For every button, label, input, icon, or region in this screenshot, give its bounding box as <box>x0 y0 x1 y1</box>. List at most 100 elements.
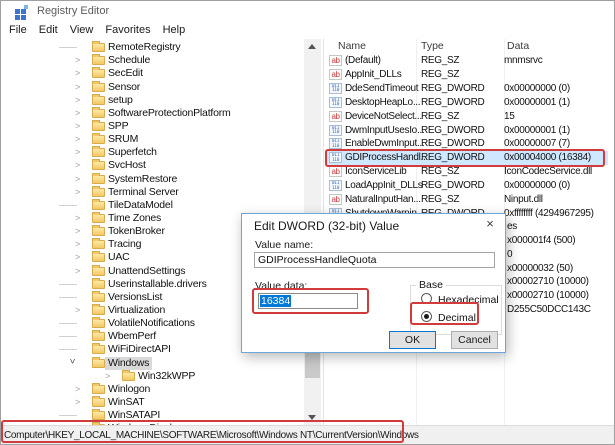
tree-item-label[interactable]: setup <box>105 94 136 107</box>
tree-item-label[interactable]: UnattendSettings <box>105 265 188 278</box>
tree-item-label[interactable]: Superfetch <box>105 146 160 159</box>
tree-item-label[interactable]: WbemPerf <box>105 330 159 343</box>
column-header-type[interactable]: Type <box>421 40 444 52</box>
decimal-radio[interactable] <box>421 311 432 322</box>
value-name-cell[interactable]: DesktopHeapLo... <box>345 96 421 110</box>
tree-item-label[interactable]: Sensor <box>105 81 143 94</box>
tree-item-label[interactable]: SecEdit <box>105 67 146 80</box>
tree-item-label[interactable]: WinSAT <box>105 396 148 409</box>
tree-item-label[interactable]: Win32kWPP <box>135 370 198 383</box>
tree-item-label[interactable]: RemoteRegistry <box>105 41 183 54</box>
table-row[interactable]: ab AppInit_DLLs REG_SZ <box>326 68 608 82</box>
table-row[interactable]: 011 110 DdeSendTimeout REG_DWORD 0x00000000 … <box>326 82 608 96</box>
chevron-right-icon[interactable]: > <box>75 146 85 159</box>
tree-item-label[interactable]: VersionsList <box>105 291 165 304</box>
tree-item-label[interactable]: TokenBroker <box>105 225 168 238</box>
chevron-right-icon[interactable]: > <box>75 251 85 264</box>
tree-item-label[interactable]: Windows <box>105 356 153 370</box>
value-name-cell[interactable]: EnableDwmInput... <box>345 137 425 151</box>
chevron-right-icon[interactable]: > <box>75 396 85 409</box>
tree-item[interactable]: > Win32kWPP <box>1 369 303 383</box>
value-name-cell[interactable]: DwmInputUsesIo... <box>345 124 425 138</box>
chevron-right-icon[interactable]: > <box>75 120 85 133</box>
chevron-right-icon[interactable]: > <box>75 81 85 94</box>
chevron-right-icon[interactable]: > <box>75 133 85 146</box>
table-row[interactable]: 011 110 DesktopHeapLo... REG_DWORD 0x0000000… <box>326 96 608 110</box>
chevron-right-icon[interactable]: > <box>105 370 115 383</box>
chevron-right-icon[interactable]: > <box>75 54 85 67</box>
value-name-field[interactable]: GDIProcessHandleQuota <box>254 252 495 268</box>
chevron-right-icon[interactable]: > <box>75 212 85 225</box>
tree-item-label[interactable]: SRUM <box>105 133 141 146</box>
tree-item[interactable]: > Schedule <box>1 54 303 67</box>
tree-item-label[interactable]: Terminal Server <box>105 186 182 199</box>
scroll-down-arrow-icon[interactable] <box>308 415 316 420</box>
value-name-cell[interactable]: LoadAppInit_DLLs <box>345 179 423 193</box>
menu-edit[interactable]: Edit <box>33 23 64 37</box>
chevron-right-icon[interactable]: > <box>75 159 85 172</box>
tree-item[interactable]: TileDataModel <box>1 198 303 212</box>
table-row[interactable]: ab NaturalInputHan... REG_SZ Ninput.dll <box>326 193 608 207</box>
table-row[interactable]: ab IconServiceLib REG_SZ IconCodecService.d… <box>326 165 608 179</box>
column-header-name[interactable]: Name <box>338 40 366 52</box>
tree-item[interactable]: > Winlogon <box>1 382 303 396</box>
chevron-right-icon[interactable]: > <box>75 94 85 107</box>
chevron-right-icon[interactable]: > <box>75 186 85 199</box>
menu-favorites[interactable]: Favorites <box>99 23 156 37</box>
tree-item-label[interactable]: Time Zones <box>105 212 164 225</box>
tree-item[interactable]: WinSATAPI <box>1 409 303 422</box>
chevron-right-icon[interactable]: > <box>75 173 85 186</box>
tree-item-label[interactable]: TileDataModel <box>105 199 176 212</box>
chevron-right-icon[interactable]: > <box>75 107 85 120</box>
value-name-cell[interactable]: AppInit_DLLs <box>345 68 402 82</box>
tree-item[interactable]: > setup <box>1 93 303 107</box>
tree-item[interactable]: > WinSAT <box>1 396 303 409</box>
hexadecimal-radio-label[interactable]: Hexadecimal <box>438 294 499 306</box>
table-row[interactable]: 011 110 EnableDwmInput... REG_DWORD 0x000000… <box>326 137 608 151</box>
tree-item[interactable]: > Superfetch <box>1 146 303 159</box>
tree-item-label[interactable]: VolatileNotifications <box>105 317 198 330</box>
table-row[interactable]: 011 110 GDIProcessHandl... REG_DWORD 0x00004… <box>326 151 608 166</box>
tree-item-label[interactable]: Userinstallable.drivers <box>105 278 210 291</box>
menu-file[interactable]: File <box>3 23 33 37</box>
ok-button[interactable]: OK <box>389 331 436 349</box>
menu-view[interactable]: View <box>64 23 100 37</box>
table-row[interactable]: 011 110 LoadAppInit_DLLs REG_DWORD 0x0000000… <box>326 179 608 193</box>
hexadecimal-radio[interactable] <box>421 293 432 304</box>
chevron-right-icon[interactable]: > <box>75 225 85 238</box>
tree-item-label[interactable]: Schedule <box>105 54 153 67</box>
tree-item-label[interactable]: Tracing <box>105 238 144 251</box>
value-name-cell[interactable]: DdeSendTimeout <box>345 82 419 96</box>
tree-item-label[interactable]: Virtualization <box>105 304 168 317</box>
scroll-up-arrow-icon[interactable] <box>308 44 316 49</box>
tree-item[interactable]: > SPP <box>1 119 303 133</box>
column-header-data[interactable]: Data <box>507 40 529 52</box>
value-name-cell[interactable]: (Default) <box>345 54 381 68</box>
table-row[interactable]: ab (Default) REG_SZ mnmsrvc <box>326 54 608 68</box>
chevron-right-icon[interactable]: > <box>75 383 85 396</box>
table-row[interactable]: ab DeviceNotSelect... REG_SZ 15 <box>326 110 608 124</box>
tree-item[interactable]: > SoftwareProtectionPlatform <box>1 106 303 120</box>
menu-help[interactable]: Help <box>157 23 192 37</box>
tree-item[interactable]: > Terminal Server <box>1 185 303 199</box>
tree-item[interactable]: > SecEdit <box>1 67 303 80</box>
chevron-right-icon[interactable]: > <box>75 67 85 80</box>
tree-item-label[interactable]: Winlogon <box>105 383 153 396</box>
value-name-cell[interactable]: GDIProcessHandl... <box>345 151 428 165</box>
value-name-cell[interactable]: DeviceNotSelect... <box>345 110 422 124</box>
tree-item-label[interactable]: UAC <box>105 251 133 264</box>
tree-item-label[interactable]: SPP <box>105 120 131 133</box>
chevron-right-icon[interactable]: > <box>75 238 85 251</box>
value-name-cell[interactable]: NaturalInputHan... <box>345 193 421 207</box>
value-data-input[interactable]: 16384 <box>258 293 358 309</box>
tree-item-label[interactable]: SoftwareProtectionPlatform <box>105 107 234 120</box>
chevron-right-icon[interactable]: > <box>75 304 85 317</box>
decimal-radio-label[interactable]: Decimal <box>438 312 476 324</box>
table-row[interactable]: 011 110 DwmInputUsesIo... REG_DWORD 0x000000… <box>326 124 608 138</box>
tree-item[interactable]: > Sensor <box>1 80 303 94</box>
tree-item[interactable]: > SystemRestore <box>1 172 303 186</box>
chevron-down-icon[interactable]: > <box>66 358 79 368</box>
tree-item[interactable]: > SvcHost <box>1 159 303 172</box>
tree-item[interactable]: > SRUM <box>1 133 303 146</box>
chevron-right-icon[interactable]: > <box>75 265 85 278</box>
